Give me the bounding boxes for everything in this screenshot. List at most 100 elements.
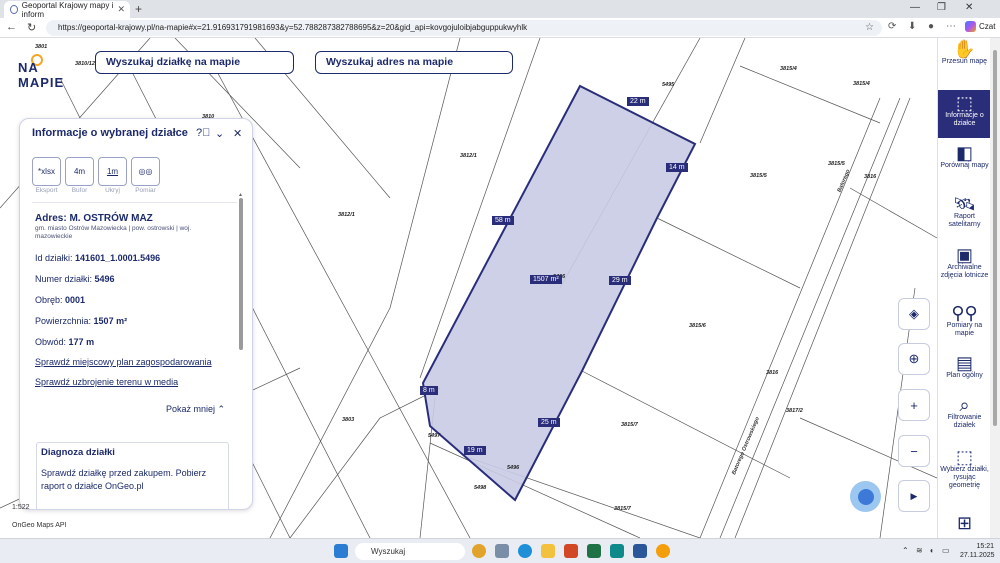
sidebar-item-label: Raport satelitarny [948,213,981,229]
sidebar-item-compare[interactable]: ◧ Porównaj mapy [938,144,991,192]
taskbar-search-input[interactable]: Wyszukaj [355,543,465,560]
sidebar-item-label: Przesuń mapę [941,58,988,65]
powerpoint-icon[interactable] [564,544,578,558]
url-field[interactable]: https://geoportal-krajowy.pl/na-mapie#x=… [46,20,882,36]
new-tab-icon[interactable]: + [135,2,142,16]
sidebar-item-more[interactable]: ⊞ [938,514,991,536]
menu-icon[interactable]: ⋯ [946,21,956,32]
dimension-label: 22 m [627,97,649,106]
map-canvas[interactable]: 3801 3810/12 3812/1 3812/1 5495 3815/4 3… [0,38,937,538]
parcel-label: 3815/7 [614,506,631,512]
layers-icon: ◈ [909,306,919,321]
layers-button[interactable]: ◈ [898,298,930,330]
browser-tabbar: Geoportal Krajowy mapy i inform ✕ + — ❐ … [0,0,1000,19]
search-parcel-input[interactable]: Wyszukaj działkę na mapie [95,51,294,74]
filter-map-icon: ⌕ [959,395,970,415]
show-less-button[interactable]: Pokaż mniej ⌃ [166,404,225,415]
sidebar-item-filter[interactable]: ⌕ Filtrowanie działek [938,396,991,440]
na-mapie-logo[interactable]: NA MAPIE [18,50,78,90]
parcel-label: 3817/2 [786,408,803,414]
dimension-label: 19 m [464,446,486,455]
buffer-button[interactable]: 4m [65,157,94,186]
close-window-icon[interactable]: ✕ [965,2,973,13]
close-tab-icon[interactable]: ✕ [117,4,125,15]
close-panel-icon[interactable]: ✕ [233,127,242,140]
copilot-button[interactable]: Czat [965,21,995,32]
action-label: Pomiar [135,187,156,194]
maximize-icon[interactable]: ❐ [937,2,946,13]
browser-tab[interactable]: Geoportal Krajowy mapy i inform ✕ [4,0,130,19]
search-address-input[interactable]: Wyszukaj adres na mapie [315,51,513,74]
sidebar-item-plan[interactable]: ▤ Plan ogólny [938,354,991,398]
zoom-out-button[interactable]: − [898,435,930,467]
parcel-address-sub: gm. miasto Ostrów Mazowiecka | pow. ostr… [35,225,192,241]
sidebar-item-measure[interactable]: ⚲⚲ Pomiary na mapie [938,304,991,348]
selected-parcel-shape[interactable] [421,84,697,502]
page-scrollbar[interactable] [990,38,1000,538]
panel-scrollbar[interactable] [239,198,243,350]
reload-icon[interactable]: ↻ [27,21,36,34]
tools-sidebar: ✋ Przesuń mapę ⬚ Informacje o działce ◧ … [937,38,991,538]
buffer-icon: 4m [73,167,86,176]
parcel-label: 3816 [766,370,779,376]
expand-button[interactable]: ▶ [898,480,930,512]
chat-button[interactable] [850,481,881,512]
select-icon: ⬚ [955,93,973,113]
volume-icon[interactable]: ◖ [929,546,934,555]
diagnosis-title: Diagnoza działki [41,447,115,458]
diagnosis-box[interactable]: Diagnoza działki Sprawdź działkę przed z… [36,442,229,509]
edge-icon[interactable] [518,544,532,558]
app-icon[interactable] [495,544,509,558]
sidebar-item-archive[interactable]: ▣ Archiwalne zdjęcia lotnicze [938,246,991,298]
battery-icon[interactable]: ▭ [942,546,950,555]
clock-time: 15:21 [976,543,994,550]
hide-button[interactable]: 1m [98,157,127,186]
parcel-label: 3812/1 [460,153,477,159]
utilities-link[interactable]: Sprawdź uzbrojenie terenu w media [35,377,178,387]
sidebar-item-satellite[interactable]: 🛰 Raport satelitarny [938,195,991,243]
sidebar-item-pan[interactable]: ✋ Przesuń mapę [938,40,991,88]
measure-icon: ⚲⚲ [951,303,978,323]
profile-icon[interactable]: ● [928,21,934,32]
export-button[interactable]: *xlsx [32,157,61,186]
folder-icon[interactable] [541,544,555,558]
dimension-label: 25 m [538,418,560,427]
parcel-label: 3815/6 [689,323,706,329]
locate-button[interactable]: ⊕ [898,343,930,375]
sidebar-item-label: Filtrowanie działek [947,414,982,430]
site-favicon-icon [10,5,18,14]
sidebar-item-parcel-info[interactable]: ⬚ Informacje o działce [938,90,991,138]
plan-icon: ▤ [955,353,973,373]
zoning-plan-link[interactable]: Sprawdź miejscowy plan zagospodarowania [35,357,212,367]
collapse-chevron-icon[interactable]: ⌄ [215,127,224,140]
zoom-in-button[interactable]: + [898,389,930,421]
tab-title: Geoportal Krajowy mapy i inform [21,0,114,19]
chrome-icon[interactable] [472,544,486,558]
word-icon[interactable] [633,544,647,558]
locate-icon: ⊕ [908,351,920,366]
downloads-icon[interactable]: ⬇ [908,21,916,32]
excel-icon[interactable] [587,544,601,558]
info-row-area: Powierzchnia: 1507 m² [35,316,128,326]
extensions-icon[interactable]: ⟳ [888,21,896,32]
scroll-thumb[interactable] [993,50,997,426]
taskbar-search-text: Wyszukaj [371,547,406,556]
dimension-label: 14 m [666,163,688,172]
map-attribution[interactable]: OnGeo Maps API [12,522,66,529]
parcel-label: 5495 [662,82,675,88]
parcel-label: 5498 [474,485,487,491]
wifi-icon[interactable]: ≋ [916,546,923,555]
app-icon[interactable] [656,544,670,558]
minimize-icon[interactable]: — [910,2,920,13]
sidebar-item-draw[interactable]: ⬚ Wybierz działki, rysując geometrię [938,448,991,508]
bookmark-star-icon[interactable]: ☆ [865,20,874,36]
measure-icon: ◎◎ [138,167,153,176]
clock[interactable]: 15:21 27.11.2025 [960,542,995,560]
windows-start-icon[interactable] [334,544,348,558]
parcel-label: 5497 [428,433,441,439]
back-icon[interactable]: ← [6,21,17,33]
app-icon[interactable] [610,544,624,558]
help-icon[interactable]: ?⃝ [196,127,210,139]
chevron-up-icon[interactable]: ⌃ [902,546,909,555]
measure-button[interactable]: ◎◎ [131,157,160,186]
